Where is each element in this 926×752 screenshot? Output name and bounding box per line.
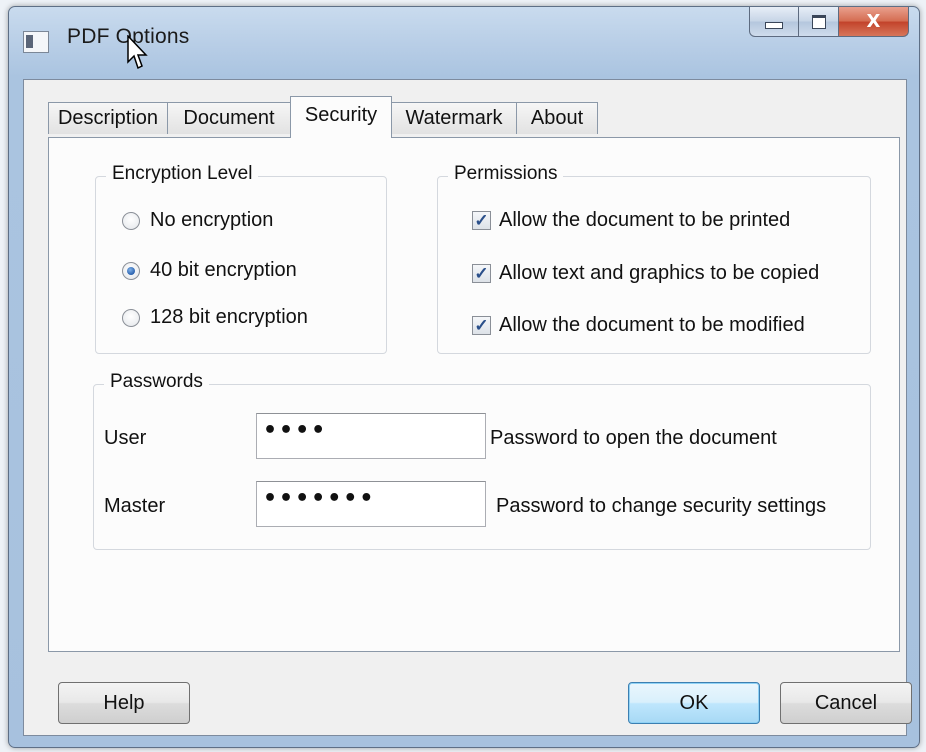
passwords-group: Passwords User •••• Password to open the… <box>93 371 871 550</box>
user-password-hint: Password to open the document <box>490 427 777 449</box>
radio-selected-dot <box>127 266 135 275</box>
permissions-group: Permissions ✓ Allow the document to be p… <box>437 163 871 354</box>
checkbox-checked[interactable]: ✓ <box>472 316 491 335</box>
close-button[interactable]: X <box>839 7 909 37</box>
window-controls: X <box>749 7 909 37</box>
checkbox-allow-copying[interactable]: ✓ Allow text and graphics to be copied <box>472 262 819 285</box>
radio-button[interactable] <box>122 308 140 327</box>
radio-label: 40 bit encryption <box>150 259 297 281</box>
checkbox-allow-printing[interactable]: ✓ Allow the document to be printed <box>472 209 790 232</box>
tab-security[interactable]: Security <box>290 96 392 138</box>
checkbox-label: Allow text and graphics to be copied <box>499 262 820 284</box>
permissions-title: Permissions <box>448 163 564 185</box>
dialog-client-area: Description Document Security Watermark … <box>23 79 912 736</box>
passwords-title: Passwords <box>104 371 209 393</box>
radio-40-bit-encryption[interactable]: 40 bit encryption <box>122 259 297 282</box>
user-password-label: User <box>104 427 147 449</box>
minimize-icon <box>765 22 783 29</box>
checkbox-label: Allow the document to be modified <box>499 314 805 336</box>
user-password-input[interactable]: •••• <box>256 413 486 459</box>
radio-button[interactable] <box>122 211 140 230</box>
master-password-input[interactable]: ••••••• <box>256 481 486 527</box>
master-password-label: Master <box>104 495 166 517</box>
checkmark-icon: ✓ <box>474 264 489 283</box>
encryption-level-title: Encryption Level <box>106 163 259 185</box>
tab-document[interactable]: Document <box>167 102 291 134</box>
maximize-button[interactable] <box>799 7 839 37</box>
master-password-hint: Password to change security settings <box>496 495 827 517</box>
radio-no-encryption[interactable]: No encryption <box>122 209 273 232</box>
title-bar[interactable]: PDF Options X <box>9 7 919 77</box>
radio-128-bit-encryption[interactable]: 128 bit encryption <box>122 306 308 329</box>
close-icon: X <box>866 11 881 32</box>
ok-button[interactable]: OK <box>628 682 760 724</box>
checkbox-label: Allow the document to be printed <box>499 209 791 231</box>
help-button[interactable]: Help <box>58 682 190 724</box>
security-tab-panel: Encryption Level No encryption 40 bit en… <box>48 137 900 652</box>
tab-watermark[interactable]: Watermark <box>391 102 517 134</box>
pdf-options-window: PDF Options X Description Document Secur… <box>8 6 920 748</box>
checkbox-allow-modifying[interactable]: ✓ Allow the document to be modified <box>472 314 805 337</box>
encryption-level-group: Encryption Level No encryption 40 bit en… <box>95 163 387 354</box>
cancel-button[interactable]: Cancel <box>780 682 912 724</box>
radio-button-selected[interactable] <box>122 261 140 280</box>
maximize-icon <box>811 14 826 29</box>
checkmark-icon: ✓ <box>474 211 489 230</box>
minimize-button[interactable] <box>749 7 799 37</box>
tab-about[interactable]: About <box>516 102 598 134</box>
mouse-cursor-icon <box>127 35 148 70</box>
app-icon <box>23 31 49 53</box>
checkbox-checked[interactable]: ✓ <box>472 211 491 230</box>
tab-description[interactable]: Description <box>48 102 168 134</box>
checkmark-icon: ✓ <box>474 316 489 335</box>
radio-label: No encryption <box>150 209 274 231</box>
radio-label: 128 bit encryption <box>150 306 308 328</box>
checkbox-checked[interactable]: ✓ <box>472 264 491 283</box>
